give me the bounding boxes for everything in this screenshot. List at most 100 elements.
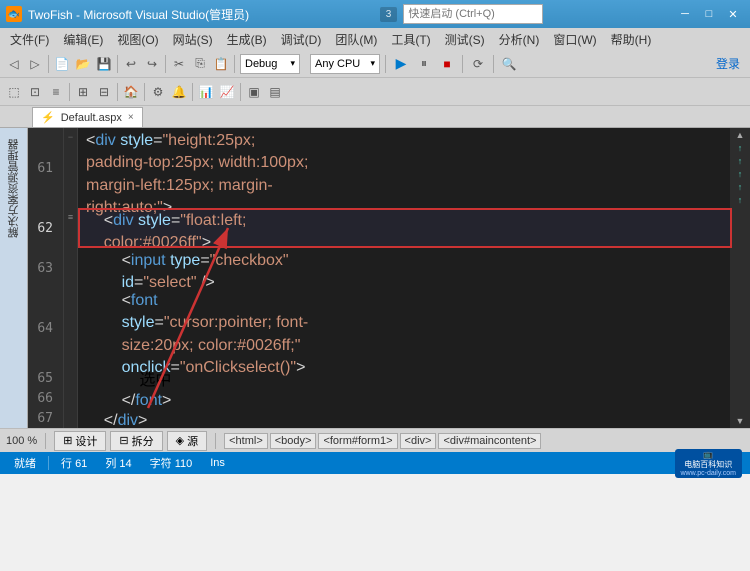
tab-icon: ⚡ xyxy=(41,111,55,124)
titlebar-left: 🐟 TwoFish - Microsoft Visual Studio(管理员) xyxy=(6,6,249,23)
code-line-62: <div style="float:left; color:#0026ff"> xyxy=(78,208,730,248)
toolbar-back-icon[interactable]: ◁ xyxy=(4,54,24,74)
logo-text: 电脑百科知识 xyxy=(684,459,732,470)
scroll-down-icon[interactable]: ▼ xyxy=(736,416,745,426)
sep7 xyxy=(493,55,494,73)
toolbar-redo-icon[interactable]: ↪ xyxy=(142,54,162,74)
tb2-icon6[interactable]: 🏠 xyxy=(121,82,141,102)
tb2-icon10[interactable]: 📈 xyxy=(217,82,237,102)
menu-tools[interactable]: 工具(T) xyxy=(385,29,436,50)
toolbar-undo-icon[interactable]: ↩ xyxy=(121,54,141,74)
window-title: TwoFish - Microsoft Visual Studio(管理员) xyxy=(28,6,249,23)
source-button[interactable]: ◈ 源 xyxy=(167,431,207,451)
minimize-button[interactable]: ─ xyxy=(674,5,696,23)
code-text-67: </div> xyxy=(86,410,147,428)
code-text-61c: margin-left:125px; margin- xyxy=(86,175,273,197)
tb2-icon4[interactable]: ⊞ xyxy=(73,82,93,102)
statusbar: 就绪 行 61 列 14 字符 110 Ins 📺 电脑百科知识 www.pc-… xyxy=(0,452,750,474)
tb2-sep2 xyxy=(117,83,118,101)
code-line-64: <font style="cursor:pointer; font- size:… xyxy=(78,288,730,368)
right-arrow-3[interactable]: ↑ xyxy=(738,169,743,179)
breadcrumb-maincontent[interactable]: <div#maincontent> xyxy=(438,433,541,449)
status-ready[interactable]: 就绪 xyxy=(8,455,42,471)
left-sidebar: 解决方案资源管理器 xyxy=(0,128,28,428)
toolbar-cut-icon[interactable]: ✂ xyxy=(169,54,189,74)
cpu-dropdown[interactable]: Any CPU ▾ xyxy=(310,54,380,74)
menu-build[interactable]: 生成(B) xyxy=(221,29,273,50)
tb2-sep5 xyxy=(240,83,241,101)
toolbar-open-icon[interactable]: 📂 xyxy=(73,54,93,74)
close-button[interactable]: ✕ xyxy=(722,5,744,23)
right-arrow-5[interactable]: ↑ xyxy=(738,195,743,205)
toolbar-new-icon[interactable]: 📄 xyxy=(52,54,72,74)
toolbar-paste-icon[interactable]: 📋 xyxy=(211,54,231,74)
menu-team[interactable]: 团队(M) xyxy=(329,29,383,50)
menubar: 文件(F) 编辑(E) 视图(O) 网站(S) 生成(B) 调试(D) 团队(M… xyxy=(0,28,750,50)
menu-view[interactable]: 视图(O) xyxy=(111,29,164,50)
window-controls: ─ □ ✕ xyxy=(674,5,744,23)
fold-61[interactable]: − xyxy=(64,128,77,208)
toolbar-stop-icon[interactable]: ■ xyxy=(437,54,457,74)
code-content: <div style="height:25px; padding-top:25p… xyxy=(78,128,730,428)
menu-test[interactable]: 测试(S) xyxy=(439,29,491,50)
tb2-icon8[interactable]: 🔔 xyxy=(169,82,189,102)
menu-file[interactable]: 文件(F) xyxy=(4,29,55,50)
titlebar: 🐟 TwoFish - Microsoft Visual Studio(管理员)… xyxy=(0,0,750,28)
menu-help[interactable]: 帮助(H) xyxy=(605,29,658,50)
scroll-up-icon[interactable]: ▲ xyxy=(736,130,745,140)
code-line-66: </font> xyxy=(78,388,730,408)
fold-62[interactable]: ≡ xyxy=(64,208,77,248)
tab-default-aspx[interactable]: ⚡ Default.aspx × xyxy=(32,107,143,127)
maximize-button[interactable]: □ xyxy=(698,5,720,23)
split-button[interactable]: ⊟ 拆分 xyxy=(110,431,162,451)
toolbar-save-icon[interactable]: 💾 xyxy=(94,54,114,74)
zoom-sep xyxy=(45,433,46,449)
watermark-logo[interactable]: 📺 电脑百科知识 www.pc-daily.com xyxy=(675,449,743,478)
debug-config-label: Debug xyxy=(245,58,277,70)
sep4 xyxy=(234,55,235,73)
status-row: 行 61 xyxy=(55,455,93,471)
tb2-icon2[interactable]: ⊡ xyxy=(25,82,45,102)
menu-edit[interactable]: 编辑(E) xyxy=(57,29,109,50)
toolbar-search-icon[interactable]: 🔍 xyxy=(499,54,519,74)
breadcrumb-form1[interactable]: <form#form1> xyxy=(318,433,397,449)
code-line-61: <div style="height:25px; padding-top:25p… xyxy=(78,128,730,208)
status-ins[interactable]: Ins xyxy=(204,457,231,469)
toolbar-refresh-icon[interactable]: ⟳ xyxy=(468,54,488,74)
menu-website[interactable]: 网站(S) xyxy=(167,29,219,50)
debug-config-dropdown[interactable]: Debug ▾ xyxy=(240,54,300,74)
toolbar-run-icon[interactable]: ▶ xyxy=(391,54,411,74)
breadcrumb-html[interactable]: <html> xyxy=(224,433,268,449)
tb2-icon3[interactable]: ≡ xyxy=(46,82,66,102)
code-text-64b: style="cursor:pointer; font- xyxy=(86,312,308,334)
right-arrow-2[interactable]: ↑ xyxy=(738,156,743,166)
tb2-icon7[interactable]: ⚙ xyxy=(148,82,168,102)
breadcrumb-bar: <html> <body> <form#form1> <div> <div#ma… xyxy=(224,433,541,449)
menu-analyze[interactable]: 分析(N) xyxy=(493,29,546,50)
login-button[interactable]: 登录 xyxy=(710,53,746,74)
code-line-67: </div> xyxy=(78,408,730,428)
zoom-label: 100 % xyxy=(6,435,37,447)
right-arrow-1[interactable]: ↑ xyxy=(738,143,743,153)
toolbar-fwd-icon[interactable]: ▷ xyxy=(25,54,45,74)
menu-debug[interactable]: 调试(D) xyxy=(275,29,328,50)
linenum-65: 65 xyxy=(28,368,57,388)
status-char: 字符 110 xyxy=(144,455,199,471)
code-editor[interactable]: 61 62 63 64 65 66 67 − ≡ xyxy=(28,128,750,428)
breadcrumb-div[interactable]: <div> xyxy=(400,433,437,449)
toolbar-pause-icon[interactable]: ⏸ xyxy=(414,54,434,74)
design-button[interactable]: ⊞ 设计 xyxy=(54,431,106,451)
menu-window[interactable]: 窗口(W) xyxy=(547,29,602,50)
tb2-icon9[interactable]: 📊 xyxy=(196,82,216,102)
tb2-icon11[interactable]: ▣ xyxy=(244,82,264,102)
tb2-icon12[interactable]: ▤ xyxy=(265,82,285,102)
right-arrow-4[interactable]: ↑ xyxy=(738,182,743,192)
toolbar-copy-icon[interactable]: ⎘ xyxy=(190,54,210,74)
bread-sep xyxy=(215,433,216,449)
tb2-icon1[interactable]: ⬚ xyxy=(4,82,24,102)
quick-launch-input[interactable] xyxy=(403,4,543,24)
sidebar-solution-explorer[interactable]: 解决方案资源管理器 xyxy=(3,132,25,245)
tb2-icon5[interactable]: ⊟ xyxy=(94,82,114,102)
tab-close-button[interactable]: × xyxy=(128,112,134,123)
breadcrumb-body[interactable]: <body> xyxy=(270,433,317,449)
